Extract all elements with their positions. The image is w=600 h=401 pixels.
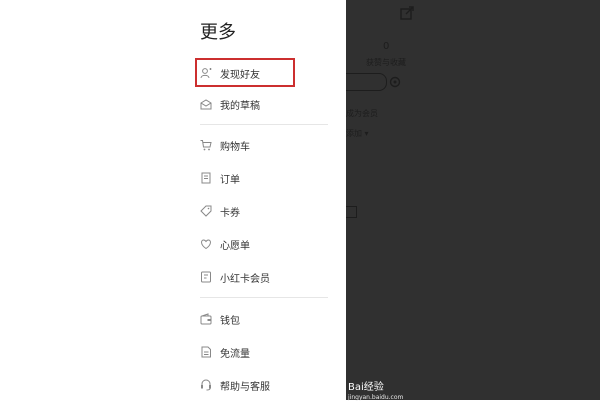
highlight-box — [195, 58, 295, 87]
watermark-brand: Bai经验 — [348, 382, 384, 393]
profile-button — [346, 73, 387, 91]
member-text: 成为会员 — [346, 109, 378, 118]
menu-item-label: 我的草稿 — [220, 100, 260, 112]
divider — [200, 297, 328, 298]
menu-item-orders[interactable]: 订单 — [200, 167, 240, 189]
add-text: 添加 ▾ — [346, 129, 369, 138]
drafts-icon — [200, 98, 212, 110]
menu-item-drafts[interactable]: 我的草稿 — [200, 93, 260, 115]
menu-item-label: 心愿单 — [220, 240, 250, 252]
member-card-icon — [200, 271, 212, 283]
menu-item-data-free[interactable]: 免流量 — [200, 341, 250, 363]
share-icon — [400, 5, 414, 24]
menu-item-label: 卡券 — [220, 207, 240, 219]
stat-label: 获赞与收藏 — [366, 58, 406, 67]
menu-item-label: 购物车 — [220, 141, 250, 153]
order-icon — [200, 172, 212, 184]
dimmed-profile-overlay[interactable]: 0 获赞与收藏 成为会员 添加 ▾ — [346, 0, 600, 400]
wallet-icon — [200, 313, 212, 325]
menu-item-member-card[interactable]: 小红卡会员 — [200, 266, 270, 288]
coupon-icon — [200, 205, 212, 217]
help-icon — [200, 379, 212, 391]
grid-icon — [346, 206, 357, 218]
menu-item-wallet[interactable]: 钱包 — [200, 308, 240, 330]
menu-item-label: 帮助与客服 — [220, 381, 270, 393]
watermark: Bai经验 jingyan.baidu.com — [348, 378, 403, 401]
menu-item-cart[interactable]: 购物车 — [200, 134, 250, 156]
data-free-icon — [200, 346, 212, 358]
menu-item-wishlist[interactable]: 心愿单 — [200, 233, 250, 255]
menu-item-help[interactable]: 帮助与客服 — [200, 374, 270, 396]
menu-item-coupons[interactable]: 卡券 — [200, 200, 240, 222]
stat-value: 0 — [383, 41, 390, 52]
menu-item-label: 小红卡会员 — [220, 273, 270, 285]
wishlist-icon — [200, 238, 212, 250]
settings-icon — [388, 74, 402, 93]
menu-item-label: 钱包 — [220, 315, 240, 327]
menu-item-label: 订单 — [220, 174, 240, 186]
menu-item-label: 免流量 — [220, 348, 250, 360]
drawer-title: 更多 — [200, 22, 236, 43]
divider — [200, 124, 328, 125]
cart-icon — [200, 139, 212, 151]
